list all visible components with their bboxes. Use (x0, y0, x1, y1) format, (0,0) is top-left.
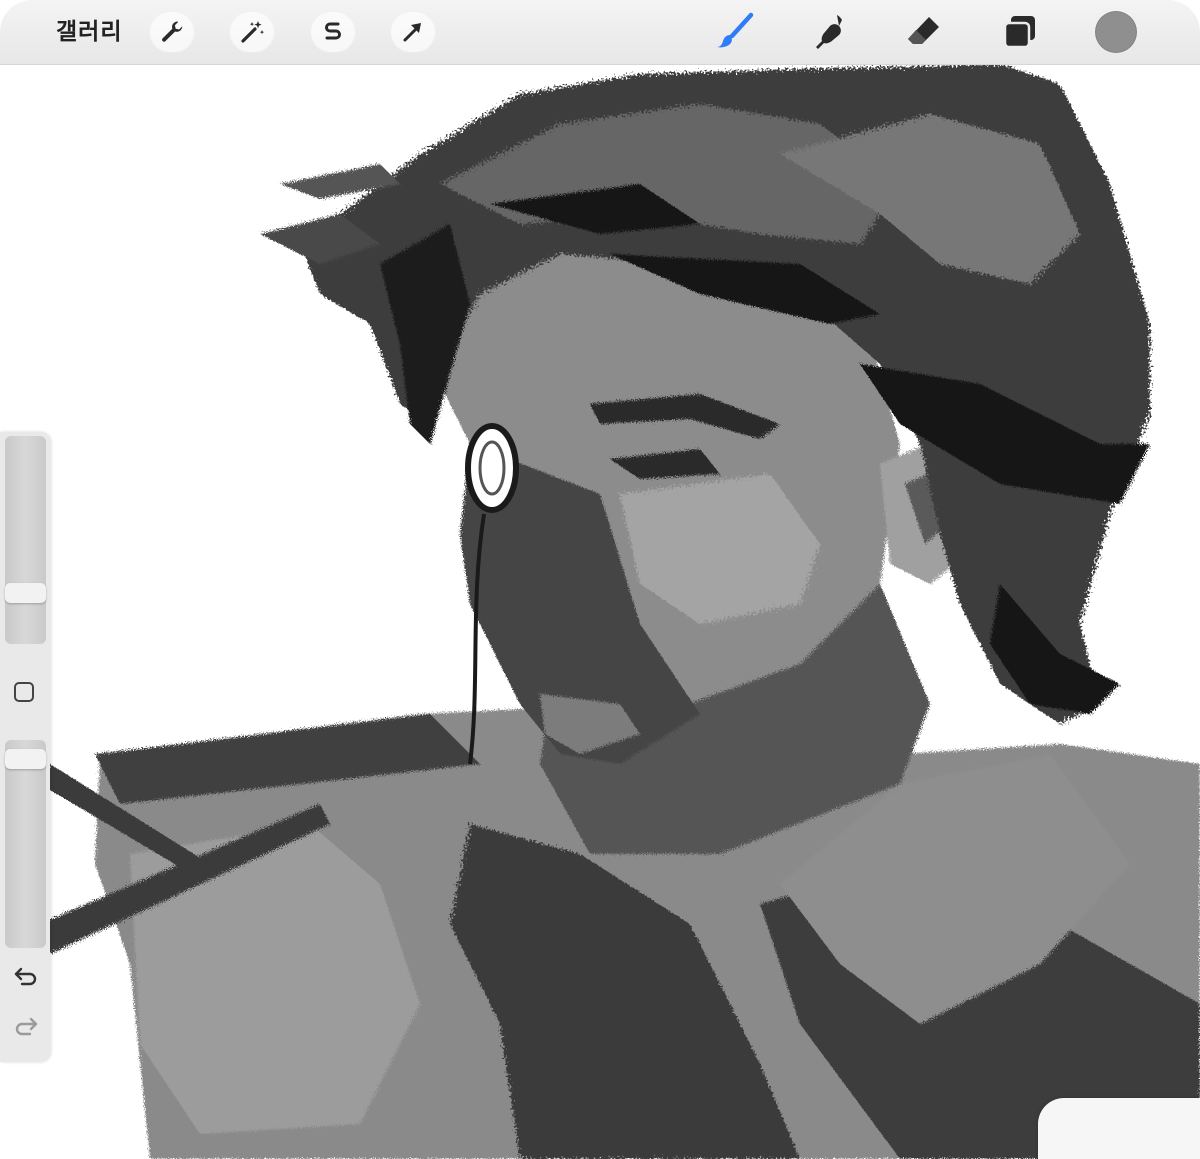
undo-button[interactable] (13, 965, 39, 991)
portrait-artwork (40, 64, 1200, 1159)
left-sidebar (0, 432, 50, 1062)
selection-s-icon (319, 18, 347, 46)
layers-button[interactable] (998, 10, 1042, 54)
gallery-button[interactable]: 갤러리 (56, 14, 122, 50)
selection-button[interactable] (310, 11, 356, 53)
opacity-slider[interactable] (5, 740, 46, 948)
modify-button[interactable] (14, 682, 34, 702)
wrench-icon (158, 18, 186, 46)
layers-icon (1000, 12, 1040, 52)
redo-icon (13, 1013, 39, 1043)
opacity-thumb[interactable] (5, 749, 46, 769)
brush-tool[interactable] (713, 10, 757, 54)
brush-icon (715, 12, 755, 52)
smudge-icon (810, 12, 850, 52)
redo-button[interactable] (13, 1015, 39, 1041)
magic-wand-icon (238, 18, 266, 46)
top-toolbar: 갤러리 (0, 0, 1200, 65)
brush-size-slider[interactable] (5, 436, 46, 644)
procreate-app: 갤러리 (0, 0, 1200, 1159)
eraser-icon (904, 12, 944, 52)
transform-arrow-icon (399, 18, 427, 46)
actions-button[interactable] (149, 11, 195, 53)
brush-size-thumb[interactable] (5, 583, 46, 603)
undo-icon (13, 963, 39, 993)
smudge-tool[interactable] (808, 10, 852, 54)
color-picker-button[interactable] (1095, 11, 1137, 53)
eraser-tool[interactable] (902, 10, 946, 54)
corner-sheet (1038, 1098, 1200, 1159)
adjustments-button[interactable] (229, 11, 275, 53)
transform-button[interactable] (390, 11, 436, 53)
drawing-canvas[interactable] (0, 64, 1200, 1159)
